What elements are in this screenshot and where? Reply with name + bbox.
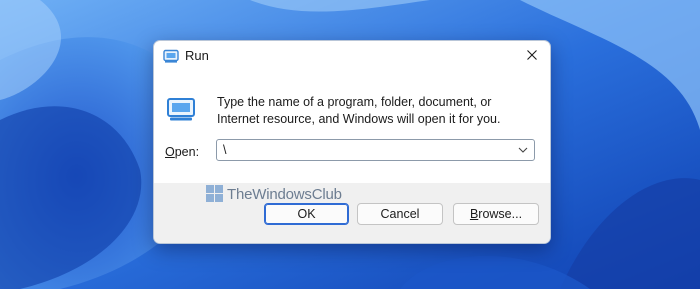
watermark: TheWindowsClub bbox=[206, 185, 342, 203]
browse-button[interactable]: Browse... bbox=[453, 203, 539, 225]
title-bar[interactable]: Run bbox=[154, 41, 550, 71]
open-label-accesskey: O bbox=[165, 145, 175, 159]
windowsclub-logo bbox=[206, 185, 223, 202]
run-icon bbox=[167, 98, 195, 121]
watermark-text: TheWindowsClub bbox=[227, 185, 342, 203]
dialog-description: Type the name of a program, folder, docu… bbox=[217, 95, 501, 126]
browse-label: rowse... bbox=[478, 207, 523, 221]
window-title: Run bbox=[185, 48, 209, 63]
browse-accesskey: B bbox=[469, 207, 479, 221]
open-combobox[interactable] bbox=[216, 139, 535, 161]
open-dropdown-button[interactable] bbox=[514, 142, 532, 158]
run-dialog: Run Type the name of a program, folder, … bbox=[153, 40, 551, 244]
chevron-down-icon bbox=[518, 147, 528, 153]
open-label: Open: bbox=[165, 145, 199, 159]
close-icon bbox=[527, 50, 537, 60]
cancel-button[interactable]: Cancel bbox=[357, 203, 443, 225]
ok-button[interactable]: OK bbox=[264, 203, 349, 225]
button-bar: TheWindowsClub OK Cancel Browse... bbox=[154, 183, 550, 243]
close-button[interactable] bbox=[514, 41, 550, 69]
open-input[interactable] bbox=[223, 142, 503, 158]
open-label-text: pen: bbox=[174, 145, 200, 159]
run-icon bbox=[163, 49, 179, 63]
